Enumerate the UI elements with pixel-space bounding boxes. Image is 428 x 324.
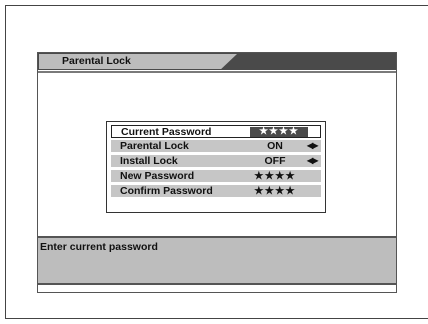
menu-item-current-password[interactable]: Current Password ★★★★ [111, 125, 321, 138]
menu-item-new-password[interactable]: New Password ★★★★ [111, 170, 321, 182]
header-divider [38, 71, 396, 73]
help-bar: Enter current password [38, 238, 396, 283]
status-divider [38, 283, 396, 285]
help-message: Enter current password [40, 241, 158, 253]
left-right-arrow-icon[interactable]: ◀▶ [307, 155, 318, 167]
menu-item-parental-lock[interactable]: Parental Lock ON ◀▶ [111, 140, 321, 152]
menu-item-install-lock[interactable]: Install Lock OFF ◀▶ [111, 155, 321, 167]
menu-item-label: Install Lock [120, 155, 178, 167]
menu-item-label: Current Password [121, 126, 212, 138]
settings-menu: Current Password ★★★★ Parental Lock ON ◀… [106, 121, 326, 213]
menu-item-label: New Password [120, 170, 195, 182]
password-field[interactable]: ★★★★ [251, 170, 299, 182]
left-right-arrow-icon[interactable]: ◀▶ [307, 140, 318, 152]
parental-lock-screen: Parental Lock Current Password ★★★★ Pare… [37, 52, 397, 293]
page-title: Parental Lock [62, 55, 131, 67]
screen-header: Parental Lock [38, 53, 396, 70]
menu-item-label: Confirm Password [120, 185, 213, 197]
setting-value: OFF [264, 155, 286, 167]
menu-item-confirm-password[interactable]: Confirm Password ★★★★ [111, 185, 321, 197]
menu-item-label: Parental Lock [120, 140, 189, 152]
setting-value: ON [267, 140, 283, 152]
password-field[interactable]: ★★★★ [250, 127, 308, 137]
password-field[interactable]: ★★★★ [251, 185, 299, 197]
